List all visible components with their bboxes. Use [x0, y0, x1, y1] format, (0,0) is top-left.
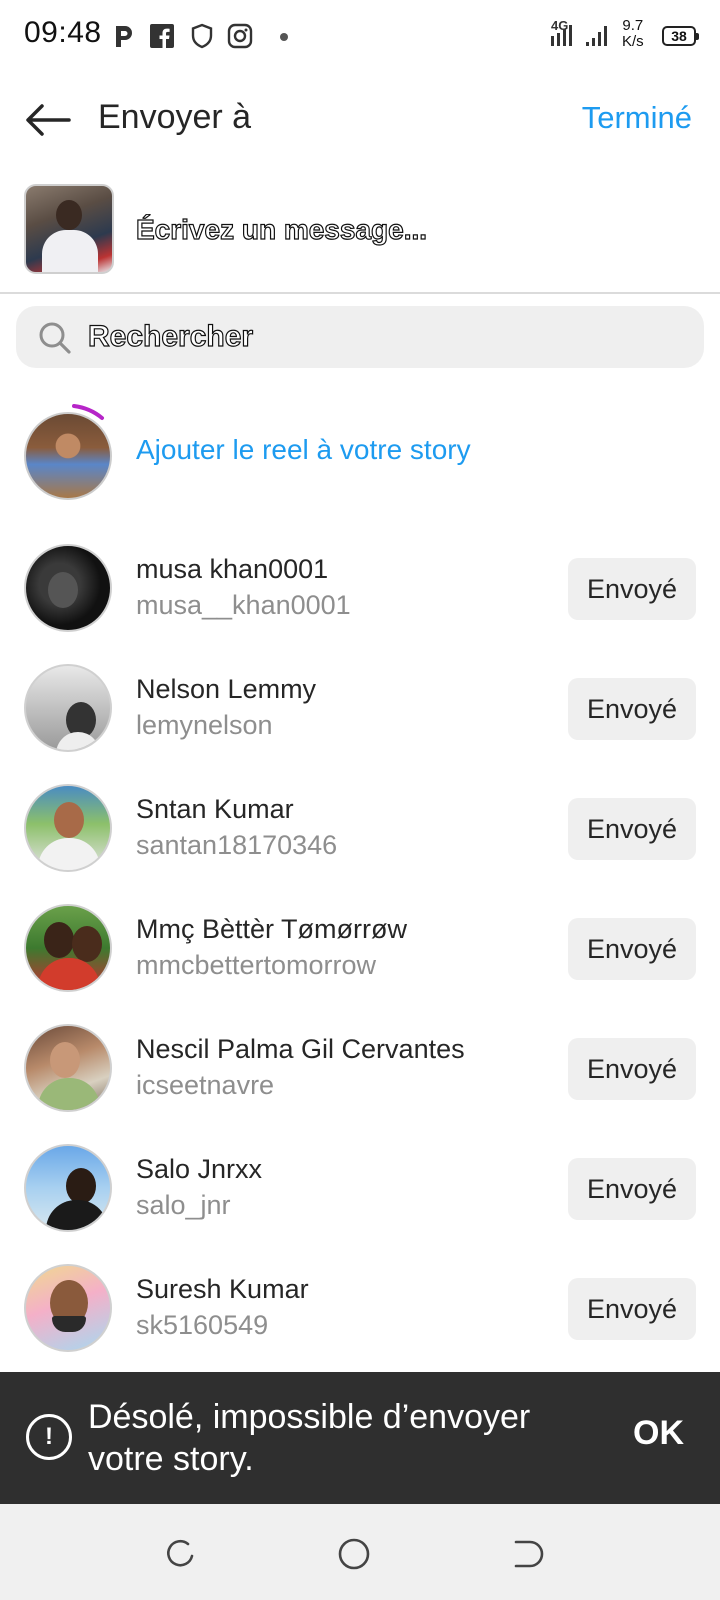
contact-row[interactable]: Suresh Kumar sk5160549 Envoyé [0, 1250, 720, 1370]
avatar [24, 1264, 112, 1352]
network-speed: 9.7 K/s [622, 18, 644, 50]
contact-name: musa khan0001 [136, 554, 329, 584]
instagram-icon [227, 23, 253, 49]
sent-button[interactable]: Envoyé [568, 558, 696, 620]
search-bar[interactable] [16, 306, 704, 368]
message-input[interactable] [136, 208, 676, 252]
contact-handle: lemynelson [136, 710, 273, 740]
contact-handle: salo_jnr [136, 1190, 231, 1220]
error-toast: ! Désolé, impossible d’envoyer votre sto… [0, 1372, 720, 1504]
contact-row[interactable]: musa khan0001 musa__khan0001 Envoyé [0, 530, 720, 650]
page-title: Envoyer à [98, 98, 252, 136]
signal-icon-2 [586, 26, 607, 46]
contact-handle: santan18170346 [136, 830, 338, 860]
contact-row[interactable]: Sntan Kumar santan18170346 Envoyé [0, 770, 720, 890]
back-button[interactable] [20, 96, 76, 144]
toast-message: Désolé, impossible d’envoyer votre story… [88, 1398, 531, 1478]
contact-row[interactable]: Mmç Bèttèr Tømørrøw mmcbettertomorrow En… [0, 890, 720, 1010]
avatar [24, 1024, 112, 1112]
sent-button[interactable]: Envoyé [568, 1158, 696, 1220]
avatar [24, 784, 112, 872]
avatar [24, 904, 112, 992]
back-nav-icon[interactable] [508, 1536, 544, 1572]
facebook-icon [150, 24, 174, 48]
notification-dot [280, 33, 288, 41]
toast-ok-button[interactable]: OK [633, 1414, 684, 1453]
contact-row[interactable]: Nescil Palma Gil Cervantes icseetnavre E… [0, 1010, 720, 1130]
contact-name: Nelson Lemmy [136, 674, 317, 704]
story-ring-arc [72, 404, 104, 420]
add-to-story-label: Ajouter le reel à votre story [136, 434, 471, 465]
home-icon[interactable] [336, 1536, 372, 1572]
contact-name: Salo Jnrxx [136, 1154, 263, 1184]
contact-handle: sk5160549 [136, 1310, 269, 1340]
battery-indicator: 38 [662, 26, 699, 46]
sent-button[interactable]: Envoyé [568, 678, 696, 740]
search-icon [39, 322, 71, 354]
contact-row[interactable]: Salo Jnrxx salo_jnr Envoyé [0, 1130, 720, 1250]
contact-handle: musa__khan0001 [136, 590, 351, 620]
sent-button[interactable]: Envoyé [568, 918, 696, 980]
alert-icon: ! [26, 1414, 72, 1460]
message-row [0, 178, 720, 294]
shield-icon [191, 23, 213, 49]
search-input[interactable] [88, 316, 688, 358]
sent-button[interactable]: Envoyé [568, 798, 696, 860]
contact-handle: icseetnavre [136, 1070, 275, 1100]
recent-apps-icon[interactable] [162, 1536, 198, 1572]
reel-thumbnail [24, 184, 114, 274]
contact-name: Mmç Bèttèr Tømørrøw [136, 914, 407, 944]
status-time: 09:48 [24, 16, 102, 49]
add-to-story-row[interactable]: Ajouter le reel à votre story [0, 400, 720, 500]
contact-handle: mmcbettertomorrow [136, 950, 377, 980]
contact-name: Sntan Kumar [136, 794, 294, 824]
avatar [24, 664, 112, 752]
status-bar: 09:48 4G 9.7 K/s 38 [0, 0, 720, 72]
speed-unit: K/s [622, 33, 644, 50]
sent-button[interactable]: Envoyé [568, 1278, 696, 1340]
contact-name: Nescil Palma Gil Cervantes [136, 1034, 465, 1064]
signal-icon-1 [551, 25, 572, 46]
contact-name: Suresh Kumar [136, 1274, 309, 1304]
contact-list: musa khan0001 musa__khan0001 Envoyé Nels… [0, 530, 720, 1370]
done-button[interactable]: Terminé [582, 100, 692, 136]
parking-app-icon [116, 26, 132, 47]
contact-row[interactable]: Nelson Lemmy lemynelson Envoyé [0, 650, 720, 770]
arrow-left-icon [26, 104, 71, 136]
system-nav-bar [0, 1504, 720, 1600]
avatar [24, 544, 112, 632]
header: Envoyer à Terminé [0, 80, 720, 160]
speed-value: 9.7 [622, 17, 644, 34]
sent-button[interactable]: Envoyé [568, 1038, 696, 1100]
avatar [24, 1144, 112, 1232]
